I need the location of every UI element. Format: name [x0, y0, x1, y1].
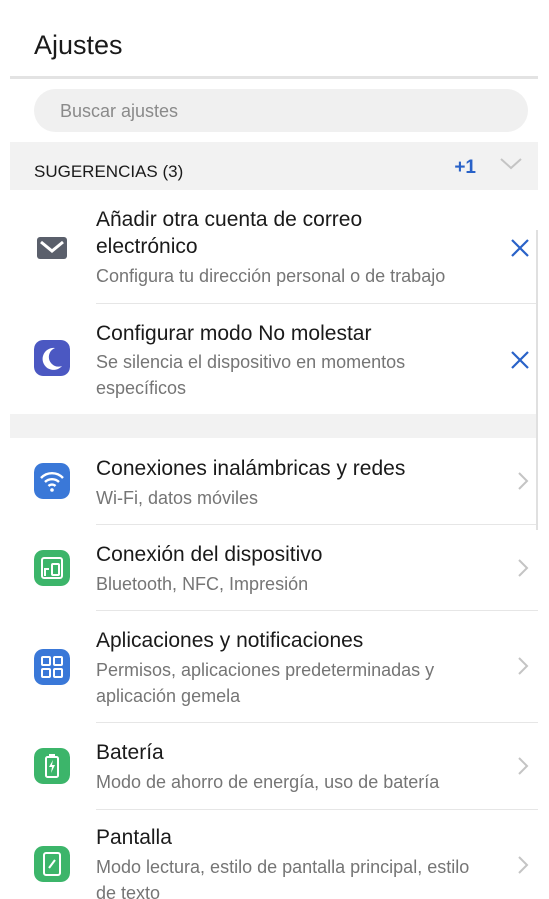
device-connection-icon	[34, 550, 70, 586]
chevron-right-icon	[518, 472, 529, 490]
display-icon	[34, 846, 70, 882]
suggestions-header: SUGERENCIAS (3) +1	[10, 142, 538, 190]
more-suggestions-badge[interactable]: +1	[454, 157, 476, 179]
settings-item-title: Batería	[96, 741, 164, 764]
suggestion-title: Configurar modo No molestar	[96, 322, 372, 345]
settings-item-subtitle: Wi-Fi, datos móviles	[96, 488, 259, 508]
chevron-right-icon	[518, 856, 529, 874]
settings-item-subtitle: Permisos, aplicaciones predeterminadas y	[96, 660, 435, 680]
scrollbar[interactable]	[536, 230, 538, 530]
chevron-down-icon[interactable]	[498, 154, 524, 174]
suggestion-title-cont: electrónico	[96, 235, 198, 258]
settings-item-battery[interactable]: Batería Modo de ahorro de energía, uso d…	[10, 723, 538, 809]
settings-item-subtitle-cont: de texto	[96, 883, 161, 899]
settings-item-title: Pantalla	[96, 826, 172, 849]
suggestion-subtitle: Configura tu dirección personal o de tra…	[96, 266, 446, 286]
suggestion-subtitle-cont: específicos	[96, 378, 187, 398]
chevron-right-icon	[518, 559, 529, 577]
settings-item-title: Conexión del dispositivo	[96, 543, 323, 566]
apps-icon	[34, 649, 70, 685]
settings-screen: Ajustes Buscar ajustes SUGERENCIAS (3) +…	[10, 0, 538, 899]
settings-item-subtitle-cont: aplicación gemela	[96, 686, 241, 706]
page-title: Ajustes	[34, 30, 123, 60]
chevron-right-icon	[518, 757, 529, 775]
section-separator	[10, 414, 538, 438]
suggestion-do-not-disturb[interactable]: Configurar modo No molestar Se silencia …	[10, 304, 538, 414]
settings-item-apps-notifications[interactable]: Aplicaciones y notificaciones Permisos, …	[10, 611, 538, 722]
settings-item-title: Aplicaciones y notificaciones	[96, 629, 364, 652]
close-icon[interactable]	[508, 236, 532, 260]
suggestion-add-email-account[interactable]: Añadir otra cuenta de correo electrónico…	[10, 190, 538, 302]
suggestion-title: Añadir otra cuenta de correo	[96, 208, 363, 231]
suggestion-subtitle: Se silencia el dispositivo en momentos	[96, 352, 406, 372]
moon-icon	[34, 340, 70, 376]
settings-item-subtitle: Modo lectura, estilo de pantalla princip…	[96, 857, 470, 877]
settings-item-display[interactable]: Pantalla Modo lectura, estilo de pantall…	[10, 810, 538, 899]
header-divider	[10, 76, 538, 79]
chevron-right-icon	[518, 657, 529, 675]
close-icon[interactable]	[508, 348, 532, 372]
settings-item-wireless-networks[interactable]: Conexiones inalámbricas y redes Wi-Fi, d…	[10, 438, 538, 524]
suggestions-label: SUGERENCIAS (3)	[34, 162, 184, 181]
wifi-icon	[34, 463, 70, 499]
settings-item-subtitle: Bluetooth, NFC, Impresión	[96, 574, 309, 594]
settings-item-subtitle: Modo de ahorro de energía, uso de baterí…	[96, 772, 440, 792]
battery-icon	[34, 748, 70, 784]
search-input[interactable]: Buscar ajustes	[34, 89, 528, 132]
search-placeholder: Buscar ajustes	[60, 101, 179, 121]
settings-item-device-connection[interactable]: Conexión del dispositivo Bluetooth, NFC,…	[10, 525, 538, 610]
settings-item-title: Conexiones inalámbricas y redes	[96, 457, 406, 480]
mail-icon	[37, 237, 67, 259]
